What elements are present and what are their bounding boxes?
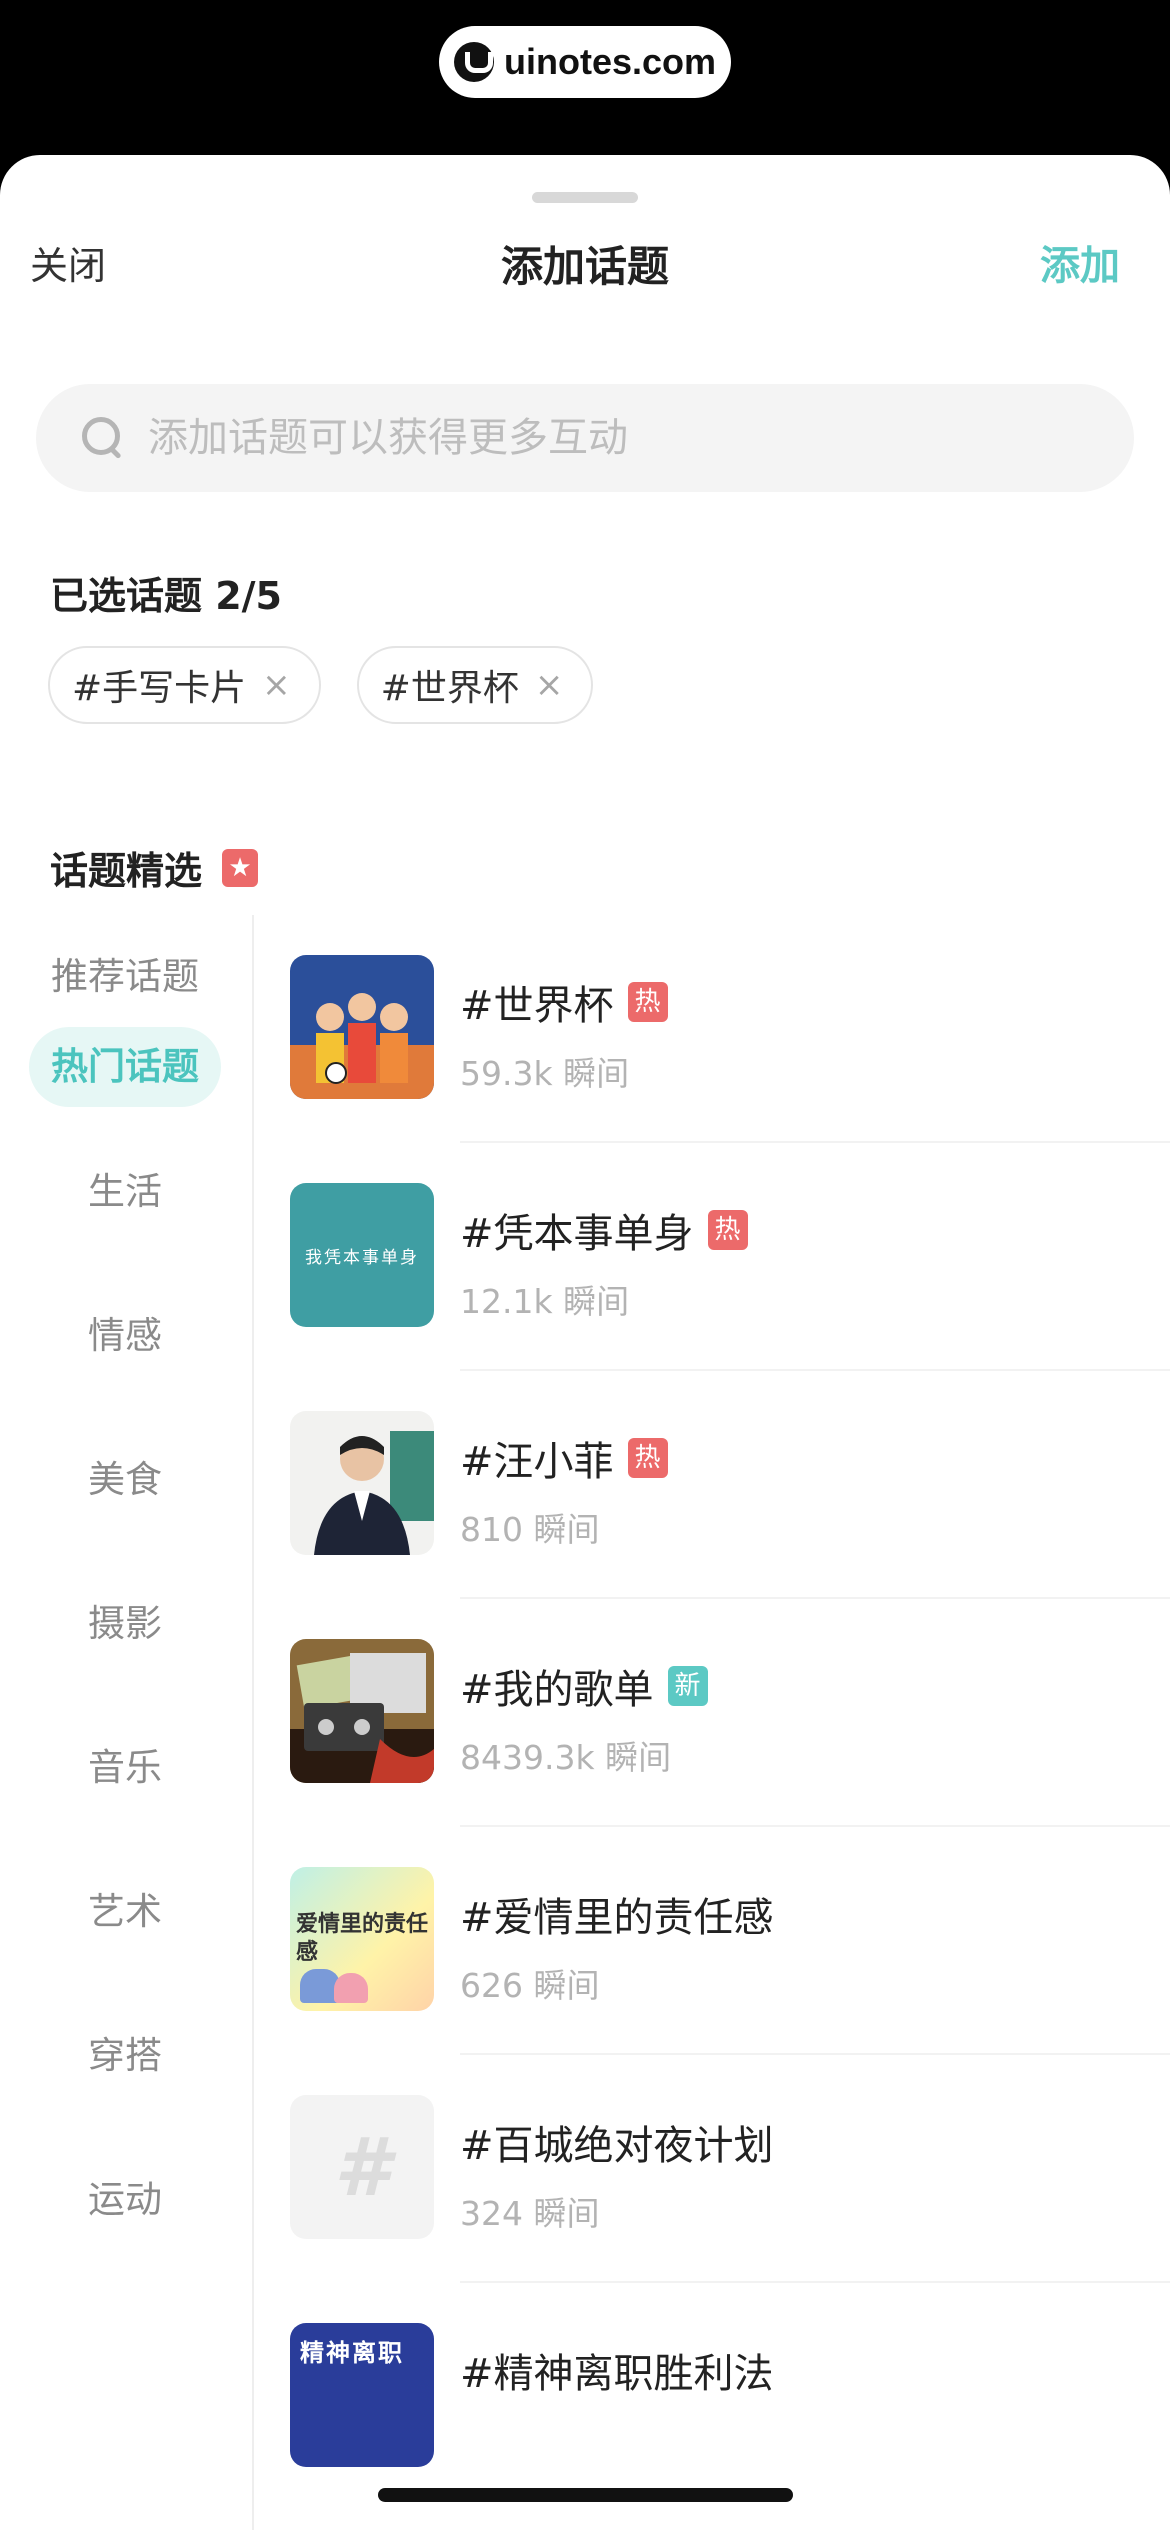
category-item-art[interactable]: 艺术	[0, 1877, 250, 1947]
remove-chip-icon[interactable]: ×	[535, 665, 564, 705]
topic-name-text: #世界杯	[460, 983, 614, 1029]
search-input[interactable]	[148, 415, 1048, 461]
topic-name-text: #精神离职胜利法	[460, 2351, 774, 2397]
featured-topics-heading: 话题精选 ★	[50, 840, 259, 895]
selected-topic-chip[interactable]: #手写卡片 ×	[48, 646, 321, 724]
watermark-text: uinotes.com	[503, 41, 717, 82]
topic-count: 59.3k 瞬间	[460, 1054, 630, 1093]
topic-title: #凭本事单身 热	[460, 1201, 748, 1259]
category-item-sports[interactable]: 运动	[0, 2165, 250, 2235]
thumb-caption: 爱情里的责任感	[296, 1912, 429, 1965]
chip-label: #世界杯	[380, 668, 519, 709]
topic-title: #爱情里的责任感	[460, 1885, 774, 1943]
chip-label: #手写卡片	[72, 668, 247, 709]
portrait-man-suit-image	[290, 1411, 434, 1555]
row-divider	[460, 1369, 1170, 1371]
topic-row[interactable]: #汪小菲 热 810 瞬间	[290, 1411, 1170, 1639]
category-item-hot[interactable]: 热门话题	[0, 1027, 250, 1107]
hot-badge: 热	[707, 1210, 748, 1250]
sheet-grabber[interactable]	[532, 192, 638, 203]
topic-title: #百城绝对夜计划	[460, 2113, 774, 2171]
category-item-photography[interactable]: 摄影	[0, 1589, 250, 1659]
new-badge: 新	[667, 1666, 708, 1706]
topic-list: #世界杯 热 59.3k 瞬间 我凭本事单身 #凭本事单身 热 12.1k 瞬间	[290, 955, 1170, 2530]
hot-badge: 热	[627, 1438, 668, 1478]
topic-row[interactable]: #我的歌单 新 8439.3k 瞬间	[290, 1639, 1170, 1867]
topic-row[interactable]: 爱情里的责任感 #爱情里的责任感 626 瞬间	[290, 1867, 1170, 2095]
topic-row[interactable]: # #百城绝对夜计划 324 瞬间	[290, 2095, 1170, 2323]
category-item-outfit[interactable]: 穿搭	[0, 2021, 250, 2091]
category-item-music[interactable]: 音乐	[0, 1733, 250, 1803]
topic-row[interactable]: #世界杯 热 59.3k 瞬间	[290, 955, 1170, 1183]
selected-topic-chips: #手写卡片 × #世界杯 ×	[48, 646, 594, 724]
topic-name-text: #汪小菲	[460, 1439, 614, 1485]
thumb-glyph: #	[334, 2120, 390, 2214]
topic-title: #精神离职胜利法	[460, 2341, 774, 2399]
add-topic-sheet: 关闭 添加话题 添加 已选话题 2/5 #手写卡片 × #世界杯 × 话题精选 …	[0, 155, 1170, 2532]
topic-name-text: #我的歌单	[460, 1667, 654, 1713]
topic-title: #汪小菲 热	[460, 1429, 668, 1487]
selected-topics-title: 已选话题 2/5	[50, 574, 282, 618]
category-item-recommended[interactable]: 推荐话题	[0, 942, 250, 1012]
category-item-emotion[interactable]: 情感	[0, 1301, 250, 1371]
topic-count: 12.1k 瞬间	[460, 1282, 630, 1321]
search-bar[interactable]	[36, 384, 1134, 492]
star-bookmark-icon: ★	[222, 848, 259, 887]
topic-count: 626 瞬间	[460, 1966, 600, 2005]
love-responsibility-poster-image: 爱情里的责任感	[290, 1867, 434, 2011]
topic-count: 810 瞬间	[460, 1510, 600, 1549]
teal-text-card-image: 我凭本事单身	[290, 1183, 434, 1327]
category-item-life[interactable]: 生活	[0, 1157, 250, 1227]
topic-count: 8439.3k 瞬间	[460, 1738, 672, 1777]
add-button[interactable]: 添加	[1040, 233, 1120, 291]
row-divider	[460, 1597, 1170, 1599]
topic-name-text: #爱情里的责任感	[460, 1895, 774, 1941]
hot-badge: 热	[627, 982, 668, 1022]
category-item-food[interactable]: 美食	[0, 1445, 250, 1515]
topic-name-text: #百城绝对夜计划	[460, 2123, 774, 2169]
sidebar-divider	[252, 915, 254, 2530]
selected-topic-chip[interactable]: #世界杯 ×	[356, 646, 594, 724]
topic-title: #我的歌单 新	[460, 1657, 708, 1715]
hash-placeholder-icon: #	[290, 2095, 434, 2239]
topic-title: #世界杯 热	[460, 973, 668, 1031]
thumb-caption: 我凭本事单身	[305, 1247, 419, 1268]
featured-topics-title: 话题精选	[50, 849, 203, 893]
thumb-caption: 精神离职	[300, 2339, 404, 2367]
row-divider	[460, 1825, 1170, 1827]
uinotes-logo-icon	[453, 42, 494, 82]
row-divider	[460, 2281, 1170, 2283]
cassette-tapes-image	[290, 1639, 434, 1783]
topic-row[interactable]: 我凭本事单身 #凭本事单身 热 12.1k 瞬间	[290, 1183, 1170, 1411]
search-icon	[80, 415, 126, 461]
topic-name-text: #凭本事单身	[460, 1211, 694, 1257]
sheet-title: 添加话题	[500, 242, 669, 291]
world-cup-fans-image	[290, 955, 434, 1099]
topic-count: 324 瞬间	[460, 2194, 600, 2233]
row-divider	[460, 1141, 1170, 1143]
spiritual-resign-poster-image: 精神离职	[290, 2323, 434, 2467]
row-divider	[460, 2053, 1170, 2055]
remove-chip-icon[interactable]: ×	[262, 665, 291, 705]
home-indicator[interactable]	[378, 2488, 793, 2502]
watermark-pill: uinotes.com	[439, 26, 731, 98]
